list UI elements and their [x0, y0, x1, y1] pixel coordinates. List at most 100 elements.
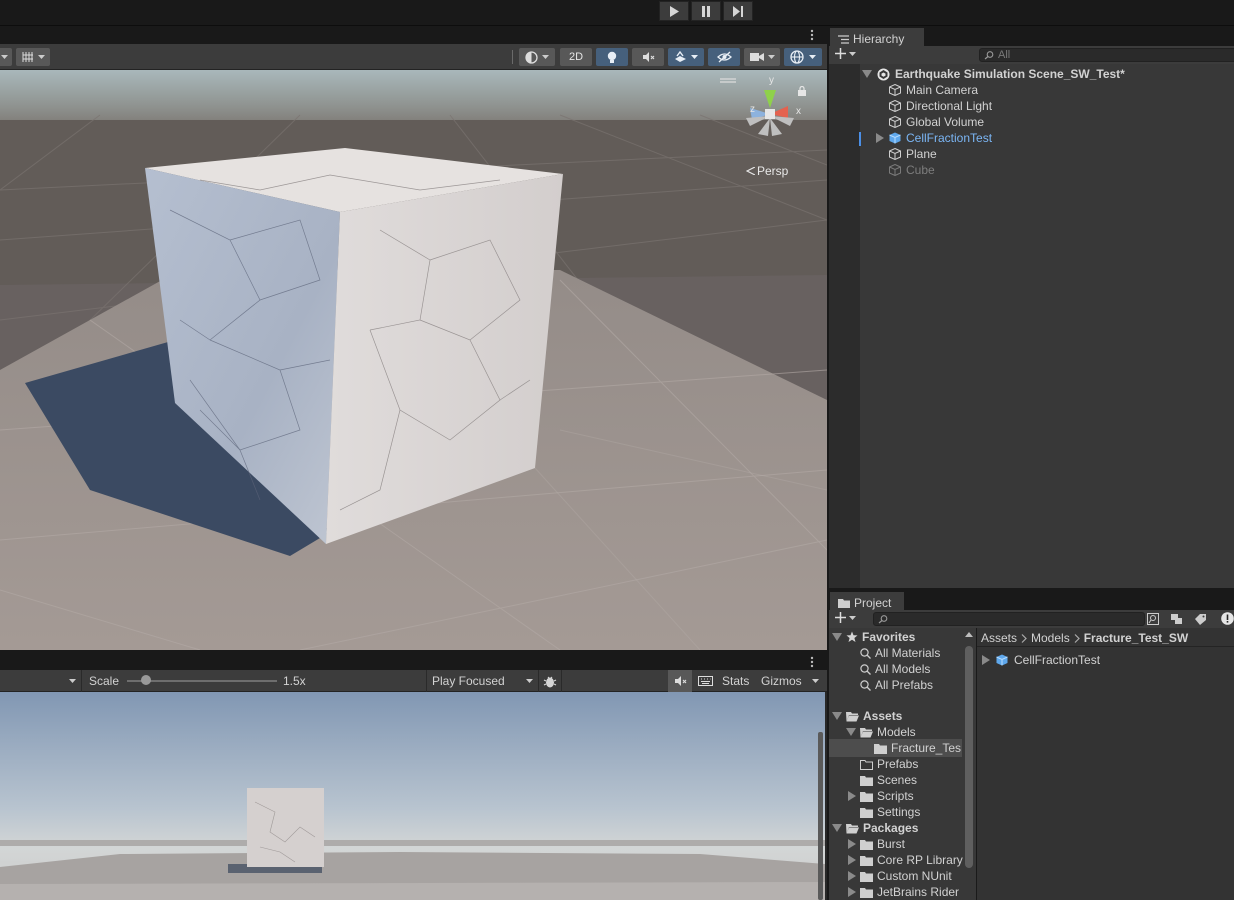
- collapsed-arrow-icon[interactable]: [876, 133, 884, 143]
- favorite-all-prefabs[interactable]: All Prefabs: [860, 677, 933, 693]
- hierarchy-item-main-camera[interactable]: Main Camera: [889, 82, 978, 98]
- favorite-all-materials[interactable]: All Materials: [860, 645, 940, 661]
- chevron-down-icon: [542, 55, 549, 59]
- folder-open-icon: [860, 727, 873, 737]
- prefabs-folder[interactable]: Prefabs: [860, 756, 918, 772]
- lightbulb-icon: [607, 51, 617, 63]
- settings-folder[interactable]: Settings: [860, 804, 920, 820]
- scroll-up-icon[interactable]: [965, 632, 973, 637]
- hierarchy-item-directional-light[interactable]: Directional Light: [889, 98, 992, 114]
- grid-snap-button[interactable]: [16, 48, 50, 66]
- gizmo-z-label: z: [750, 104, 755, 115]
- hierarchy-item-plane[interactable]: Plane: [889, 146, 937, 162]
- scale-label: Scale: [89, 674, 120, 688]
- collapsed-arrow-icon[interactable]: [982, 655, 990, 665]
- game-scrollbar[interactable]: [818, 732, 823, 900]
- visibility-toggle[interactable]: [708, 48, 740, 66]
- hierarchy-tab-bar: Hierarchy: [829, 26, 1234, 48]
- expanded-arrow-icon: [832, 712, 842, 720]
- expanded-arrow-icon: [832, 633, 842, 641]
- stats-button[interactable]: Stats: [722, 674, 749, 688]
- camera-settings-button[interactable]: [744, 48, 780, 66]
- gizmo-x-label: x: [796, 106, 801, 117]
- tag-icon[interactable]: [1195, 613, 1207, 625]
- orientation-gizmo[interactable]: y x z: [736, 75, 804, 148]
- overlay-handle-icon[interactable]: [720, 78, 736, 84]
- search-by-type-icon[interactable]: [1147, 613, 1159, 625]
- prefab-cube-icon: [996, 654, 1008, 666]
- chevron-down-icon[interactable]: [812, 679, 819, 683]
- warning-icon[interactable]: [1221, 612, 1234, 625]
- play-button[interactable]: [659, 1, 689, 21]
- models-folder[interactable]: Models: [846, 724, 916, 740]
- packages-folder[interactable]: Packages: [832, 820, 918, 836]
- scale-value: 1.5x: [283, 674, 306, 688]
- panel-menu-icon[interactable]: [810, 656, 814, 668]
- axis-gizmo-icon: [746, 90, 794, 136]
- breadcrumb-current[interactable]: Fracture_Test_SW: [1084, 631, 1188, 645]
- tool-dropdown[interactable]: [0, 48, 12, 66]
- display-dropdown[interactable]: [0, 670, 82, 692]
- collapsed-arrow-icon[interactable]: [848, 887, 856, 897]
- lock-icon[interactable]: [798, 86, 806, 96]
- audio-toggle[interactable]: [632, 48, 664, 66]
- scale-slider-thumb[interactable]: [140, 675, 151, 685]
- chevron-down-icon: [526, 679, 533, 683]
- shortcuts-toggle[interactable]: [694, 670, 716, 692]
- gizmos-toggle[interactable]: [784, 48, 822, 66]
- game-panel: Scale 1.5x Play Focused Stats Gizmos: [0, 652, 827, 900]
- create-asset-button[interactable]: [835, 612, 856, 623]
- panel-menu-icon[interactable]: [810, 29, 814, 41]
- breadcrumb-assets[interactable]: Assets: [981, 631, 1017, 645]
- collapsed-arrow-icon[interactable]: [848, 839, 856, 849]
- hierarchy-item-cube[interactable]: Cube: [889, 162, 935, 178]
- game-render: [0, 692, 825, 900]
- scripts-folder[interactable]: Scripts: [848, 788, 914, 804]
- project-tab-label: Project: [854, 596, 892, 610]
- scene-viewport[interactable]: y x z Persp: [0, 70, 827, 650]
- package-burst[interactable]: Burst: [848, 836, 905, 852]
- package-label: JetBrains Rider: [877, 885, 960, 899]
- collapsed-arrow-icon[interactable]: [848, 871, 856, 881]
- collapsed-arrow-icon[interactable]: [848, 855, 856, 865]
- pause-button[interactable]: [691, 1, 721, 21]
- frame-debugger-button[interactable]: [538, 670, 562, 692]
- project-search-input[interactable]: [873, 612, 1145, 626]
- gizmos-button[interactable]: Gizmos: [761, 674, 802, 688]
- package-jetbrains-rider[interactable]: JetBrains Rider: [848, 884, 959, 900]
- hierarchy-search-input[interactable]: All: [979, 48, 1234, 62]
- scrollbar-thumb[interactable]: [965, 646, 973, 868]
- fracture-test-folder[interactable]: Fracture_Tes: [874, 740, 961, 756]
- asset-cellfractiontest[interactable]: CellFractionTest: [982, 652, 1100, 668]
- breadcrumb-models[interactable]: Models: [1031, 631, 1070, 645]
- scene-row[interactable]: Earthquake Simulation Scene_SW_Test*: [862, 66, 1125, 82]
- game-viewport[interactable]: [0, 692, 825, 900]
- create-button[interactable]: [835, 48, 856, 59]
- hierarchy-item-cellfractiontest[interactable]: CellFractionTest: [876, 130, 992, 146]
- folder-label: Scripts: [877, 789, 914, 803]
- mode-2d-button[interactable]: 2D: [560, 48, 592, 66]
- gameobject-cube-icon: [889, 148, 901, 160]
- assets-folder[interactable]: Assets: [832, 708, 902, 724]
- package-custom-nunit[interactable]: Custom NUnit: [848, 868, 952, 884]
- filter-by-label-icon[interactable]: [1170, 613, 1183, 625]
- step-button[interactable]: [723, 1, 753, 21]
- scenes-folder[interactable]: Scenes: [860, 772, 917, 788]
- tab-hierarchy[interactable]: Hierarchy: [830, 28, 924, 48]
- collapsed-arrow-icon[interactable]: [848, 791, 856, 801]
- chevron-down-icon: [849, 51, 856, 56]
- mute-audio-toggle[interactable]: [668, 670, 692, 692]
- package-label: Custom NUnit: [877, 869, 952, 883]
- package-core-rp-library[interactable]: Core RP Library: [848, 852, 963, 868]
- folder-tree-scrollbar[interactable]: [964, 632, 974, 900]
- play-mode-dropdown[interactable]: Play Focused: [426, 670, 538, 692]
- favorite-all-models[interactable]: All Models: [860, 661, 930, 677]
- lighting-toggle[interactable]: [596, 48, 628, 66]
- tab-project[interactable]: Project: [830, 592, 904, 612]
- favorites-header[interactable]: Favorites: [832, 629, 915, 645]
- projection-toggle[interactable]: Persp: [746, 164, 788, 178]
- draw-mode-button[interactable]: [519, 48, 555, 66]
- keyboard-icon: [697, 676, 713, 686]
- effects-toggle[interactable]: [668, 48, 704, 66]
- hierarchy-item-global-volume[interactable]: Global Volume: [889, 114, 984, 130]
